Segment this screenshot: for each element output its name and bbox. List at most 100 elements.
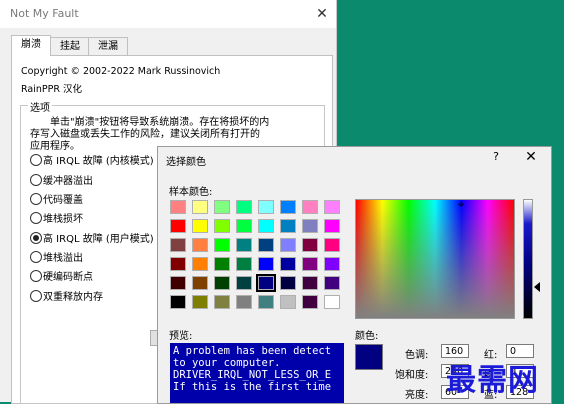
color-swatch[interactable] — [236, 295, 252, 309]
basic-colors-label: 样本颜色: — [169, 187, 213, 198]
color-swatch[interactable] — [280, 276, 296, 290]
crash-option-label[interactable]: 缓冲器溢出 — [43, 172, 93, 187]
color-swatch[interactable] — [192, 295, 208, 309]
crosshair-icon: ⌖ — [458, 198, 465, 211]
options-group-label: 选项 — [28, 99, 52, 114]
color-swatch[interactable] — [302, 219, 318, 233]
radio-circle-icon[interactable] — [30, 212, 42, 224]
color-swatch[interactable] — [324, 257, 340, 271]
color-swatch[interactable] — [302, 200, 318, 214]
tab-hang[interactable]: 挂起 — [50, 37, 90, 55]
preview-line: to your computer. — [173, 357, 281, 369]
color-swatch[interactable] — [214, 200, 230, 214]
color-swatch[interactable] — [214, 238, 230, 252]
tab-crash[interactable]: 崩溃 — [11, 35, 51, 56]
preview-label: 预览: — [169, 331, 193, 342]
description-line: 应用程序。 — [30, 141, 80, 152]
color-swatch[interactable] — [192, 219, 208, 233]
radio-circle-icon[interactable] — [30, 290, 42, 302]
color-swatch[interactable] — [324, 219, 340, 233]
preview-line: If this is the first time — [173, 381, 332, 393]
color-swatch[interactable] — [258, 238, 274, 252]
color-swatch[interactable] — [214, 276, 230, 290]
radio-circle-icon[interactable] — [30, 154, 42, 166]
saturation-label: 饱和度: — [395, 370, 429, 381]
crash-option-label[interactable]: 硬编码断点 — [43, 268, 93, 283]
color-swatch[interactable] — [302, 276, 318, 290]
color-swatch[interactable] — [236, 219, 252, 233]
color-swatch[interactable] — [302, 238, 318, 252]
color-swatch[interactable] — [280, 219, 296, 233]
color-swatch[interactable] — [280, 238, 296, 252]
radio-circle-icon[interactable] — [30, 232, 42, 244]
color-swatch[interactable] — [236, 276, 252, 290]
crash-option-radio[interactable] — [30, 269, 42, 283]
crash-option-radio[interactable] — [30, 211, 42, 225]
crash-option-label[interactable]: 堆栈溢出 — [43, 249, 83, 264]
preview-box: A problem has been detect to your comput… — [170, 343, 344, 403]
color-swatch[interactable] — [258, 219, 274, 233]
color-swatch[interactable] — [214, 295, 230, 309]
color-swatch[interactable] — [256, 274, 276, 292]
luminance-slider[interactable] — [523, 199, 533, 319]
color-swatch[interactable] — [324, 276, 340, 290]
radio-circle-icon[interactable] — [30, 251, 42, 263]
color-swatch[interactable] — [214, 219, 230, 233]
color-swatch[interactable] — [170, 219, 186, 233]
luminance-label: 亮度: — [405, 390, 429, 401]
color-swatch[interactable] — [236, 257, 252, 271]
crash-option-radio[interactable] — [30, 173, 42, 187]
color-swatch[interactable] — [258, 257, 274, 271]
crash-option-label[interactable]: 代码覆盖 — [43, 191, 83, 206]
radio-circle-icon[interactable] — [30, 193, 42, 205]
color-swatch[interactable] — [170, 200, 186, 214]
crash-option-radio[interactable] — [30, 231, 42, 245]
crash-option-radio[interactable] — [30, 153, 42, 167]
color-swatch[interactable] — [170, 295, 186, 309]
close-icon[interactable]: ✕ — [522, 149, 540, 167]
color-swatch[interactable] — [302, 295, 318, 309]
radio-circle-icon[interactable] — [30, 270, 42, 282]
color-swatch[interactable] — [324, 238, 340, 252]
window-title: Not My Fault — [10, 7, 79, 20]
color-swatch[interactable] — [280, 200, 296, 214]
tab-leak[interactable]: 泄漏 — [88, 37, 128, 55]
color-spectrum[interactable] — [355, 199, 515, 319]
luminance-arrow-icon[interactable] — [534, 282, 540, 292]
color-swatch[interactable] — [280, 257, 296, 271]
color-swatch[interactable] — [170, 257, 186, 271]
crash-option-radio[interactable] — [30, 250, 42, 264]
help-icon[interactable]: ? — [488, 150, 504, 166]
color-swatch[interactable] — [280, 295, 296, 309]
color-swatch[interactable] — [192, 200, 208, 214]
color-swatch[interactable] — [192, 257, 208, 271]
color-swatch[interactable] — [236, 200, 252, 214]
color-swatch[interactable] — [258, 200, 274, 214]
dialog-title: 选择颜色 — [166, 157, 206, 168]
color-swatch[interactable] — [236, 238, 252, 252]
color-swatch[interactable] — [214, 257, 230, 271]
crash-option-label[interactable]: 双重释放内存 — [43, 288, 103, 303]
color-swatch[interactable] — [258, 295, 274, 309]
current-color-swatch — [355, 344, 383, 370]
preview-line: DRIVER_IRQL_NOT_LESS_OR_E — [173, 369, 332, 381]
close-icon[interactable]: ✕ — [312, 4, 332, 24]
color-swatch[interactable] — [192, 276, 208, 290]
color-label: 颜色: — [355, 331, 379, 342]
color-swatch[interactable] — [324, 295, 340, 309]
hue-label: 色调: — [405, 350, 429, 361]
color-swatch[interactable] — [170, 276, 186, 290]
color-swatch[interactable] — [324, 200, 340, 214]
basic-colors-grid — [170, 200, 346, 310]
crash-option-label[interactable]: 堆栈损坏 — [43, 210, 83, 225]
crash-option-radio[interactable] — [30, 192, 42, 206]
translator-text: RainPPR 汉化 — [21, 84, 82, 95]
radio-circle-icon[interactable] — [30, 174, 42, 186]
color-swatch[interactable] — [192, 238, 208, 252]
preview-line: A problem has been detect — [173, 345, 332, 357]
crash-option-radio[interactable] — [30, 289, 42, 303]
crash-option-label[interactable]: 高 IRQL 故障 (内核模式) — [43, 152, 154, 167]
color-swatch[interactable] — [170, 238, 186, 252]
crash-option-label[interactable]: 高 IRQL 故障 (用户模式) — [43, 230, 154, 245]
color-swatch[interactable] — [302, 257, 318, 271]
